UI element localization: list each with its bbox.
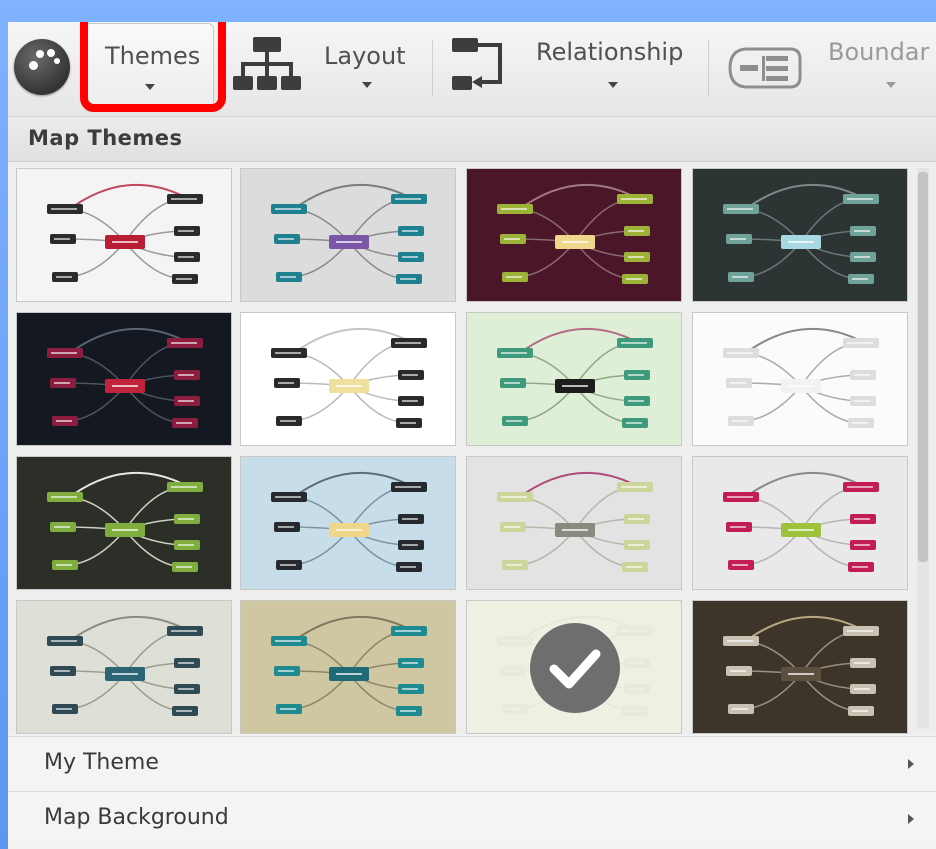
themes-label: Themes <box>105 42 201 70</box>
boundary-label[interactable]: Boundar <box>828 38 929 66</box>
map-themes-header: Map Themes <box>8 117 936 162</box>
theme-thumbnail[interactable] <box>16 600 232 734</box>
toolbar-divider <box>708 40 709 96</box>
theme-thumbnail[interactable] <box>466 456 682 590</box>
map-background-menu-item[interactable]: Map Background <box>8 791 936 846</box>
theme-thumbnail[interactable] <box>240 168 456 302</box>
selected-check-icon <box>530 623 620 713</box>
theme-thumbnail[interactable] <box>466 600 682 734</box>
panel-title: Map Themes <box>28 126 183 150</box>
theme-thumbnail[interactable] <box>692 600 908 734</box>
layout-dropdown-icon[interactable] <box>362 82 372 88</box>
theme-preview <box>47 327 203 428</box>
submenu-arrow-icon <box>908 759 914 769</box>
theme-preview <box>723 471 879 572</box>
theme-thumbnail[interactable] <box>16 312 232 446</box>
theme-preview <box>47 471 203 572</box>
layout-tree-icon[interactable] <box>231 36 303 98</box>
theme-preview <box>723 183 879 284</box>
theme-preview <box>723 327 879 428</box>
theme-thumbnail[interactable] <box>692 312 908 446</box>
relationship-dropdown-icon[interactable] <box>608 82 618 88</box>
gallery-scrollbar[interactable] <box>917 168 929 728</box>
relationship-label[interactable]: Relationship <box>536 38 683 66</box>
themes-dropdown-icon <box>145 84 155 90</box>
theme-thumbnail[interactable] <box>240 312 456 446</box>
boundary-icon[interactable] <box>722 44 804 92</box>
theme-preview <box>47 183 203 284</box>
theme-gallery <box>8 162 936 734</box>
theme-preview <box>271 183 427 284</box>
my-theme-label: My Theme <box>44 750 159 775</box>
theme-preview <box>723 615 879 716</box>
toolbar-divider <box>432 40 433 96</box>
submenu-arrow-icon <box>908 814 914 824</box>
theme-thumbnail[interactable] <box>466 312 682 446</box>
my-theme-menu-item[interactable]: My Theme <box>8 736 936 791</box>
theme-preview <box>497 327 653 428</box>
theme-preview <box>271 471 427 572</box>
theme-thumbnail[interactable] <box>692 168 908 302</box>
theme-preview <box>271 615 427 716</box>
theme-thumbnail[interactable] <box>240 600 456 734</box>
theme-preview <box>497 471 653 572</box>
theme-thumbnail[interactable] <box>16 456 232 590</box>
layout-label[interactable]: Layout <box>324 42 406 70</box>
boundary-dropdown-icon[interactable] <box>886 82 896 88</box>
themes-button[interactable]: Themes <box>84 23 214 112</box>
theme-thumbnail[interactable] <box>692 456 908 590</box>
theme-thumbnail[interactable] <box>16 168 232 302</box>
mindmap-app-window: Themes Layout Relationship Boundar Map T… <box>8 22 936 849</box>
ribbon-toolbar: Themes Layout Relationship Boundar <box>8 22 936 117</box>
relationship-icon[interactable] <box>448 36 510 98</box>
theme-thumbnail[interactable] <box>466 168 682 302</box>
map-background-label: Map Background <box>44 805 229 830</box>
app-logo-icon[interactable] <box>14 39 70 95</box>
scrollbar-thumb[interactable] <box>918 172 928 562</box>
theme-preview <box>497 183 653 284</box>
theme-preview <box>271 327 427 428</box>
theme-thumbnail[interactable] <box>240 456 456 590</box>
theme-preview <box>47 615 203 716</box>
